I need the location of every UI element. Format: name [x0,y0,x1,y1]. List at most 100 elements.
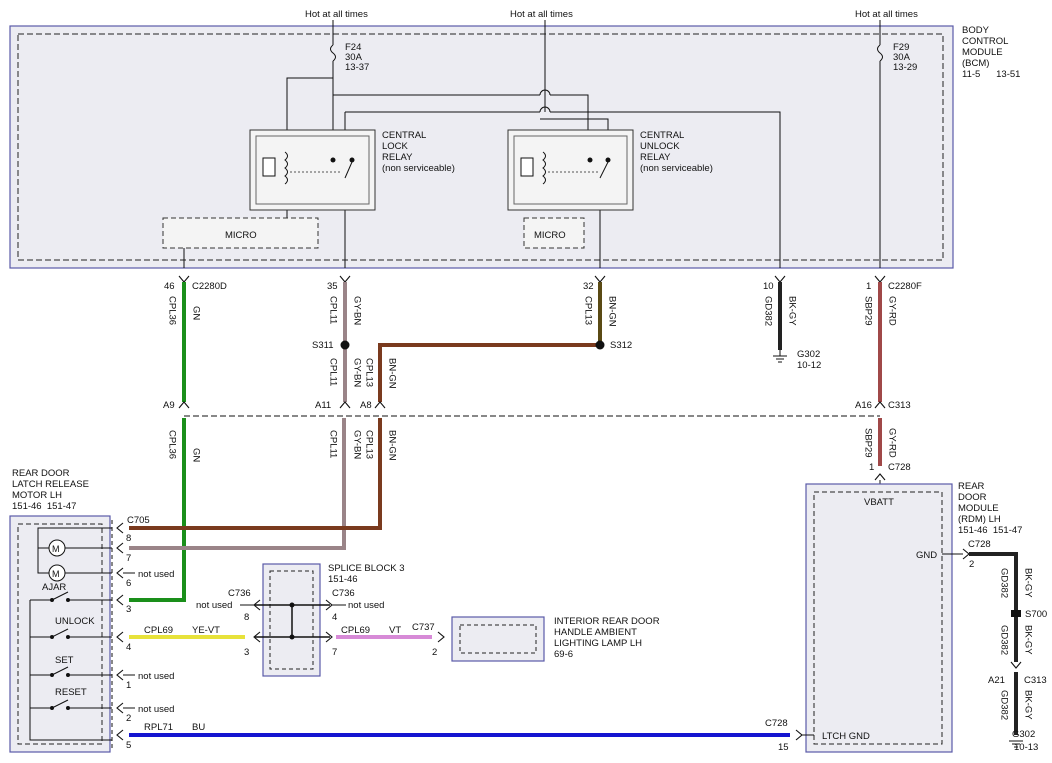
micro-label-2: MICRO [534,230,566,241]
wire-label-bngn-lower: BN-GN [387,430,398,461]
wire-label-cpl69: CPL69 [144,625,173,636]
bcm-label-3: MODULE [962,47,1003,58]
wire-label-bkgy-rdm1: BK-GY [1023,568,1034,598]
wiring-diagram: Hot at all times Hot at all times Hot at… [9,9,1047,753]
lamp-label-3: LIGHTING LAMP LH [554,638,642,649]
rdm-pin-15: 15 [778,742,789,753]
lamp-pin-2: 2 [432,647,437,658]
bcm-label-2: CONTROL [962,36,1008,47]
wire-label-cpl13-mid: CPL13 [364,358,375,387]
relay-coil-icon [262,157,276,177]
motor-pin-6: 6 [126,578,131,589]
rdm-label-1: REAR [958,481,985,492]
switch-unlock-label: UNLOCK [55,616,95,627]
rdm-ltch-gnd: LTCH GND [822,731,870,742]
splice-block-ref: 151-46 [328,574,358,585]
lock-relay-label-1: CENTRAL [382,130,426,141]
motor-label-2: LATCH RELEASE [12,479,89,490]
wire-label-gybn-mid: GY-BN [352,358,363,387]
wire-label-gd382-upper: GD382 [763,296,774,326]
wire-bn-gn-s312 [378,343,600,402]
c736-pin-8: 8 [244,612,249,623]
rdm-label-3: MODULE [958,503,999,514]
not-used-1: not used [138,671,174,682]
connector-c313: C313 [888,400,911,411]
micro-label-1: MICRO [225,230,257,241]
pin-a9: A9 [163,400,175,411]
g302-ref: 10-12 [797,360,821,371]
wire-label-cpl36-upper: CPL36 [167,296,178,325]
c728-top-pin [874,473,886,481]
pin-35: 35 [327,281,338,292]
wire-label-gybn-lower: GY-BN [352,430,363,459]
g302b-ref: 10-13 [1014,742,1038,753]
switch-set-label: SET [55,655,74,666]
wire-label-bkgy-rdm2: BK-GY [1023,625,1034,655]
rdm-vbatt: VBATT [864,497,894,508]
bcm-refs: 11-5 13-51 [962,69,1020,80]
motor-pin-3: 3 [126,604,131,615]
hot-label-2: Hot at all times [510,9,573,20]
hot-label-1: Hot at all times [305,9,368,20]
f29-ref: 13-29 [893,62,917,73]
inline-connector-pins [178,401,886,409]
interior-lamp-module [451,616,545,662]
wire-label-gyrd-lower: GY-RD [887,428,898,458]
wire-label-bkgy-upper: BK-GY [787,296,798,326]
motor-label-3: MOTOR LH [12,490,62,501]
pin-10: 10 [763,281,774,292]
motor-pin-7: 7 [126,553,131,564]
wire-label-cpl11-upper: CPL11 [328,296,339,324]
relay-coil-icon-2 [520,157,534,177]
f24-ref: 13-37 [345,62,369,73]
wire-label-bkgy-rdm3: BK-GY [1023,690,1034,720]
unlock-relay-label-2: UNLOCK [640,141,680,152]
rdm-label-2: DOOR [958,492,987,503]
wire-label-cpl11-mid: CPL11 [328,358,339,386]
wire-label-cpl13-lower: CPL13 [364,430,375,459]
connector-c2280d: C2280D [192,281,227,292]
wire-label-gybn-upper: GY-BN [352,296,363,325]
rdm-pin-2: 2 [969,559,974,570]
connector-c728-top: C728 [888,462,911,473]
wire-label-gn-lower: GN [191,448,202,462]
switch-reset-label: RESET [55,687,87,698]
splice-s312 [595,340,605,350]
connector-c2280f: C2280F [888,281,922,292]
lamp-pin [437,631,445,643]
unlock-relay-label-4: (non serviceable) [640,163,713,174]
not-used-c736-right: not used [348,600,384,611]
wire-label-bu: BU [192,722,205,733]
pin-a11: A11 [315,400,331,411]
splice-block-label: SPLICE BLOCK 3 [328,563,405,574]
splice-s700 [1011,610,1021,617]
unlock-relay-label-3: RELAY [640,152,671,163]
rdm-c728-ltch: C728 [765,718,788,729]
motor-symbol-1: M [52,544,60,554]
not-used-2: not used [138,704,174,715]
wire-label-bngn-mid: BN-GN [387,358,398,389]
not-used-c736-left: not used [196,600,232,611]
rear-door-module [805,483,953,753]
lock-relay-label-3: RELAY [382,152,413,163]
splice-s312-label: S312 [610,340,632,351]
wire-label-bngn-upper: BN-GN [607,296,618,327]
pin-46: 46 [164,281,175,292]
pin-1-c728: 1 [869,462,874,473]
pin-a21: A21 [988,675,1005,686]
c736-pin-7: 7 [332,647,337,658]
g302-label: G302 [797,349,820,360]
splice-s700-label: S700 [1025,609,1047,620]
rdm-label-4: (RDM) LH [958,514,1001,525]
lamp-label-4: 69-6 [554,649,573,660]
wire-label-cpl69-2: CPL69 [341,625,370,636]
lamp-label-1: INTERIOR REAR DOOR [554,616,660,627]
wire-label-cpl36-lower: CPL36 [167,430,178,459]
wire-label-sbp29-lower: SBP29 [863,428,874,458]
wire-label-sbp29-upper: SBP29 [863,296,874,326]
wire-label-gd382-rdm3: GD382 [999,690,1010,720]
bcm-label-1: BODY [962,25,990,36]
wire-label-rpl71: RPL71 [144,722,173,733]
wire-label-gyrd-upper: GY-RD [887,296,898,326]
hot-label-3: Hot at all times [855,9,918,20]
